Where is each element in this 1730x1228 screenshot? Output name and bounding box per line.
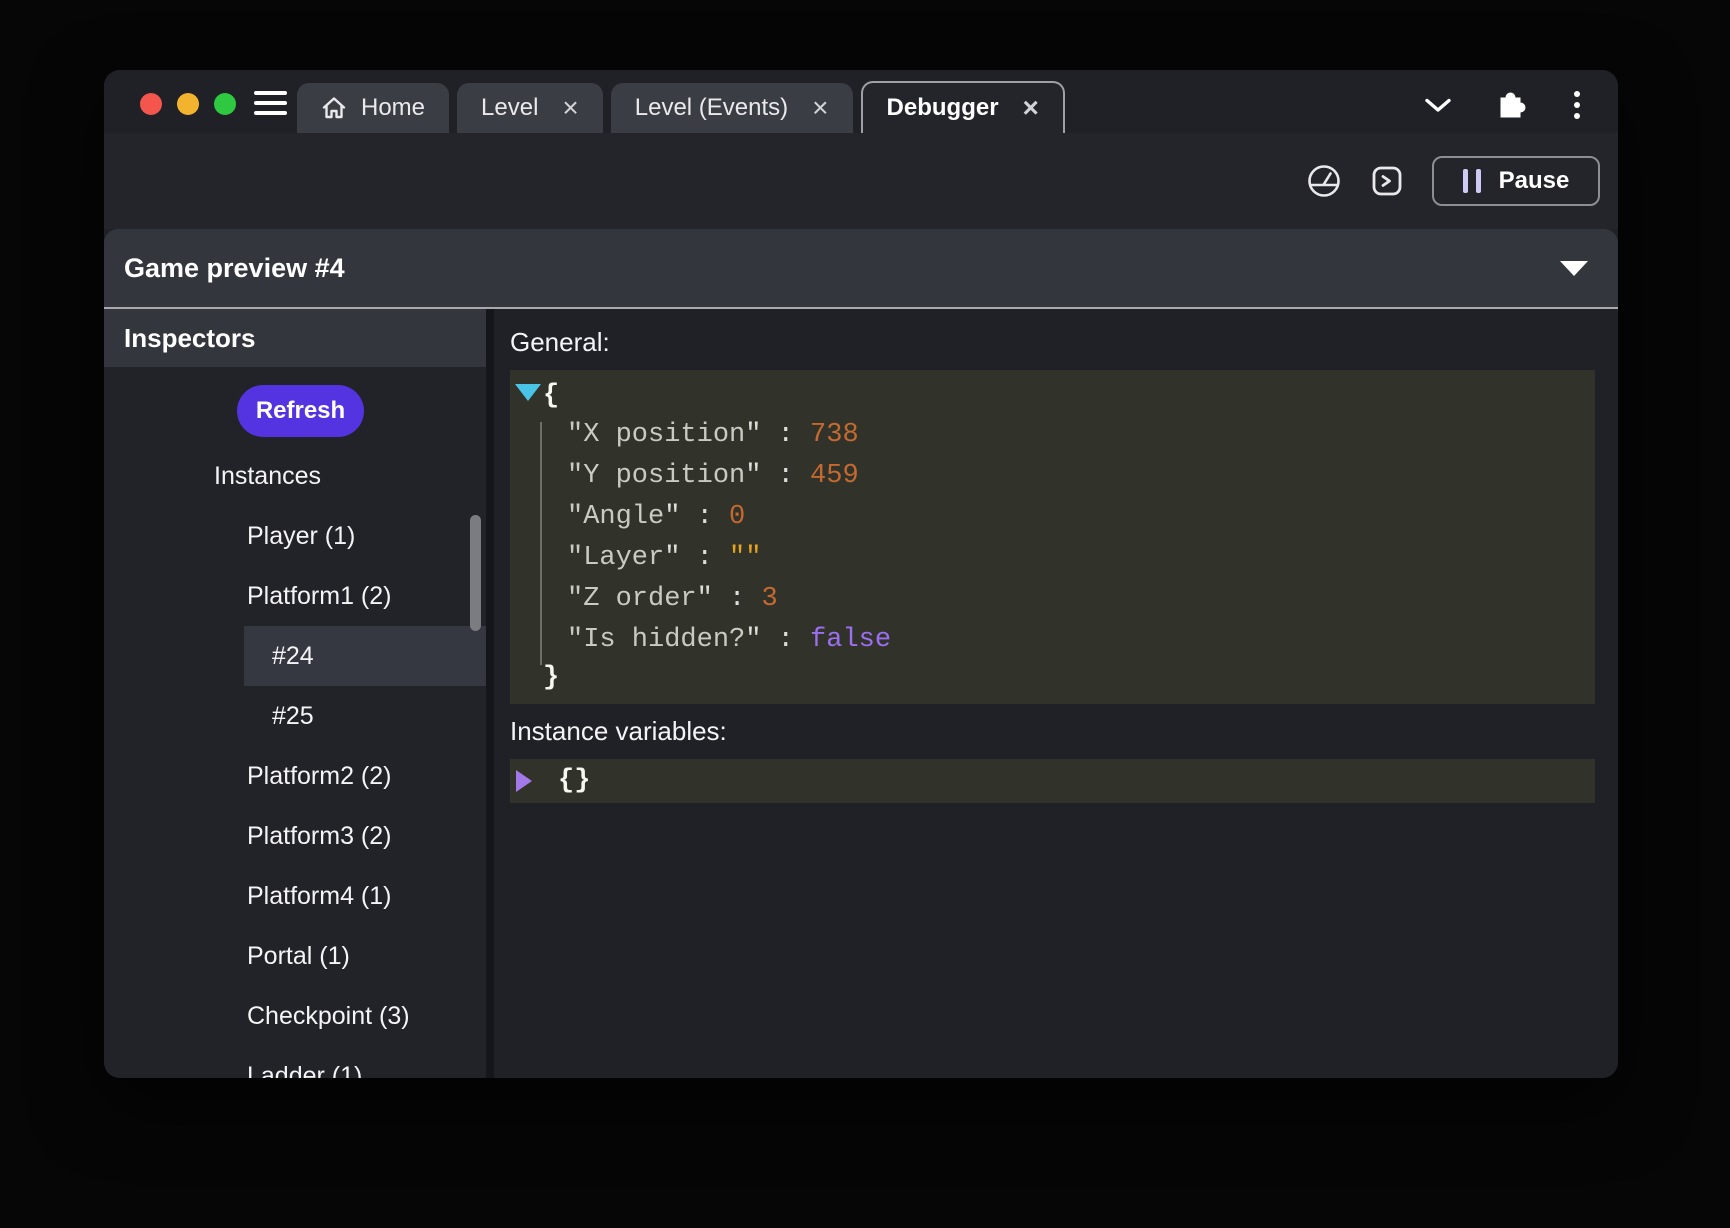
zoom-window-button[interactable]	[214, 93, 236, 115]
window-controls	[140, 93, 236, 115]
tab-label: Home	[361, 94, 425, 122]
property-row[interactable]: Y position459	[510, 455, 1595, 496]
game-preview-header[interactable]: Game preview #4	[104, 229, 1618, 309]
close-tab-icon[interactable]: ×	[562, 94, 578, 122]
titlebar-actions	[1424, 90, 1618, 120]
property-key: Z order	[567, 584, 761, 614]
tab-home[interactable]: Home	[297, 83, 449, 133]
tab-level-events[interactable]: Level (Events) ×	[611, 83, 853, 133]
tree-item-instance-24[interactable]: #24	[104, 626, 486, 686]
debugger-toolbar: Pause	[104, 133, 1618, 229]
tree-item-player[interactable]: Player (1)	[104, 506, 486, 566]
game-preview-title: Game preview #4	[124, 253, 345, 284]
extensions-puzzle-icon[interactable]	[1498, 90, 1528, 120]
tabs: Home Level × Level (Events) × Debugger ×	[297, 81, 1065, 133]
property-key: X position	[567, 420, 810, 450]
instance-variables-tree: {}	[510, 759, 1595, 803]
pause-button-label: Pause	[1499, 167, 1570, 195]
main-menu-icon[interactable]	[254, 91, 287, 115]
property-value[interactable]: 0	[729, 502, 745, 532]
inspectors-header-label: Inspectors	[124, 323, 256, 354]
tree-item-platform4[interactable]: Platform4 (1)	[104, 866, 486, 926]
tree-item-ladder[interactable]: Ladder (1)	[104, 1046, 486, 1078]
open-brace: {	[510, 378, 1595, 414]
property-value[interactable]: 738	[810, 420, 859, 450]
instance-variables-label: Instance variables:	[510, 716, 1618, 747]
property-key: Layer	[567, 543, 729, 573]
property-row[interactable]: Angle0	[510, 496, 1595, 537]
property-row[interactable]: Is hidden?false	[510, 619, 1595, 660]
property-row[interactable]: Z order3	[510, 578, 1595, 619]
property-value[interactable]: false	[810, 625, 891, 655]
tree-item-platform3[interactable]: Platform3 (2)	[104, 806, 486, 866]
tab-label: Level (Events)	[635, 94, 788, 122]
chevron-down-icon[interactable]	[1424, 97, 1452, 114]
tree-item-instances[interactable]: Instances	[104, 446, 486, 506]
tab-label: Debugger	[887, 94, 999, 122]
debugger-content: Inspectors Refresh Instances Player (1) …	[104, 309, 1618, 1078]
property-row[interactable]: Layer""	[510, 537, 1595, 578]
expand-node-icon[interactable]	[516, 770, 532, 792]
tab-level[interactable]: Level ×	[457, 83, 603, 133]
collapse-node-icon[interactable]	[515, 384, 541, 401]
close-brace: }	[510, 660, 1595, 696]
inspector-panel: General: { X position738 Y position459 A…	[494, 309, 1618, 1078]
preview-dropdown-icon[interactable]	[1560, 261, 1588, 276]
sidebar-scrollbar[interactable]	[470, 515, 481, 631]
tab-debugger[interactable]: Debugger ×	[861, 81, 1065, 133]
tree-item-portal[interactable]: Portal (1)	[104, 926, 486, 986]
inspectors-header: Inspectors	[104, 309, 486, 367]
close-window-button[interactable]	[140, 93, 162, 115]
instances-tree: Instances Player (1) Platform1 (2) #24 #…	[104, 446, 486, 1078]
property-value[interactable]: 459	[810, 461, 859, 491]
instance-variables-value[interactable]: {}	[558, 766, 590, 796]
property-value[interactable]: 3	[761, 584, 777, 614]
general-properties-tree: { X position738 Y position459 Angle0 Lay…	[510, 370, 1595, 704]
tree-item-platform2[interactable]: Platform2 (2)	[104, 746, 486, 806]
tab-label: Level	[481, 94, 538, 122]
tab-bar: Home Level × Level (Events) × Debugger ×	[104, 70, 1618, 133]
property-key: Y position	[567, 461, 810, 491]
property-key: Is hidden?	[567, 625, 810, 655]
debugger-window: Home Level × Level (Events) × Debugger ×	[104, 70, 1618, 1078]
inspectors-sidebar: Inspectors Refresh Instances Player (1) …	[104, 309, 486, 1078]
tree-item-platform1[interactable]: Platform1 (2)	[104, 566, 486, 626]
more-options-icon[interactable]	[1574, 91, 1580, 119]
profiler-icon[interactable]	[1306, 163, 1342, 199]
close-tab-icon[interactable]: ×	[1023, 94, 1039, 122]
console-icon[interactable]	[1370, 164, 1404, 198]
property-row[interactable]: X position738	[510, 414, 1595, 455]
sidebar-divider	[486, 309, 494, 1078]
indent-guide	[540, 422, 542, 665]
property-value[interactable]: ""	[729, 543, 761, 573]
refresh-button[interactable]: Refresh	[237, 385, 364, 437]
general-section-label: General:	[510, 327, 1618, 358]
tree-item-instance-25[interactable]: #25	[104, 686, 486, 746]
pause-button[interactable]: Pause	[1432, 156, 1600, 206]
pause-icon	[1463, 169, 1481, 193]
close-tab-icon[interactable]: ×	[812, 94, 828, 122]
home-icon	[321, 95, 347, 121]
minimize-window-button[interactable]	[177, 93, 199, 115]
property-key: Angle	[567, 502, 729, 532]
tree-item-checkpoint[interactable]: Checkpoint (3)	[104, 986, 486, 1046]
